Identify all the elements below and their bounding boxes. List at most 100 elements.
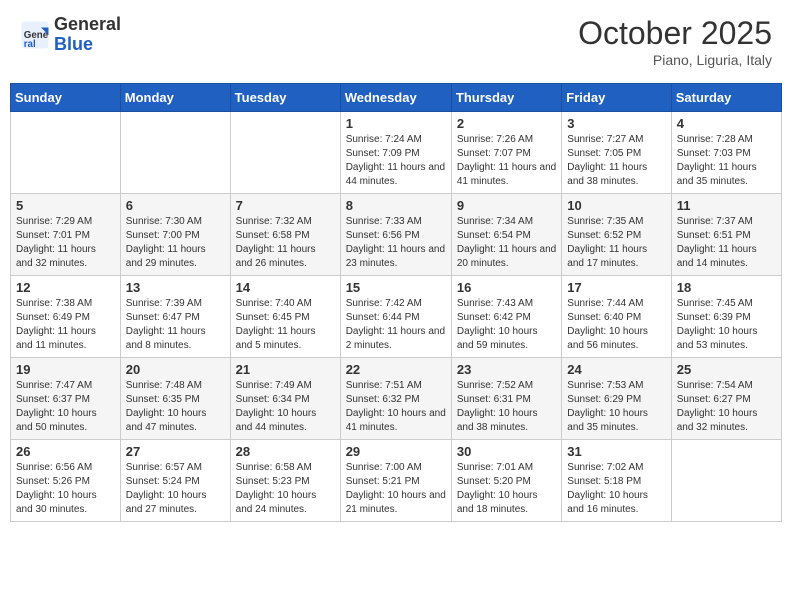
day-info: Sunrise: 7:02 AM Sunset: 5:18 PM Dayligh… <box>567 461 665 517</box>
day-info: Sunrise: 7:28 AM Sunset: 7:03 PM Dayligh… <box>677 133 776 189</box>
calendar-cell: 29Sunrise: 7:00 AM Sunset: 5:21 PM Dayli… <box>340 440 451 522</box>
weekday-header-friday: Friday <box>562 84 671 112</box>
calendar-cell: 5Sunrise: 7:29 AM Sunset: 7:01 PM Daylig… <box>11 194 121 276</box>
day-info: Sunrise: 7:49 AM Sunset: 6:34 PM Dayligh… <box>236 379 335 435</box>
calendar-cell: 3 Sunrise: 7:27 AM Sunset: 7:05 PM Daylig… <box>562 112 671 194</box>
svg-text:ral: ral <box>24 39 36 50</box>
title-block: October 2025 Piano, Liguria, Italy <box>578 15 772 68</box>
weekday-header-monday: Monday <box>120 84 230 112</box>
calendar-week-row: 12 Sunrise: 7:38 AM Sunset: 6:49 PM Dayli… <box>11 276 782 358</box>
calendar-cell <box>671 440 781 522</box>
day-number: 30 <box>457 444 556 459</box>
day-number: 26 <box>16 444 115 459</box>
calendar-cell: 10Sunrise: 7:35 AM Sunset: 6:52 PM Dayli… <box>562 194 671 276</box>
weekday-header-sunday: Sunday <box>11 84 121 112</box>
day-number: 15 <box>346 280 446 295</box>
day-info: Sunrise: 7:27 AM Sunset: 7:05 PM Dayligh… <box>567 133 665 189</box>
calendar-cell: 6Sunrise: 7:30 AM Sunset: 7:00 PM Daylig… <box>120 194 230 276</box>
calendar-week-row: 26 Sunrise: 6:56 AM Sunset: 5:26 PM Dayli… <box>11 440 782 522</box>
day-info: Sunrise: 7:30 AM Sunset: 7:00 PM Dayligh… <box>126 215 225 271</box>
calendar-cell: 4 Sunrise: 7:28 AM Sunset: 7:03 PM Daylig… <box>671 112 781 194</box>
day-number: 2 <box>457 116 556 131</box>
calendar-cell <box>11 112 121 194</box>
day-info: Sunrise: 6:58 AM Sunset: 5:23 PM Dayligh… <box>236 461 335 517</box>
day-number: 7 <box>236 198 335 213</box>
day-number: 24 <box>567 362 665 377</box>
day-number: 5 <box>16 198 115 213</box>
day-info: Sunrise: 7:47 AM Sunset: 6:37 PM Dayligh… <box>16 379 115 435</box>
calendar-cell: 20Sunrise: 7:48 AM Sunset: 6:35 PM Dayli… <box>120 358 230 440</box>
day-info: Sunrise: 7:44 AM Sunset: 6:40 PM Dayligh… <box>567 297 665 353</box>
day-info: Sunrise: 7:43 AM Sunset: 6:42 PM Dayligh… <box>457 297 556 353</box>
day-number: 8 <box>346 198 446 213</box>
calendar-week-row: 1Sunrise: 7:24 AM Sunset: 7:09 PM Daylig… <box>11 112 782 194</box>
calendar-cell: 21Sunrise: 7:49 AM Sunset: 6:34 PM Dayli… <box>230 358 340 440</box>
weekday-header-saturday: Saturday <box>671 84 781 112</box>
logo-general-text: General <box>54 15 121 35</box>
day-number: 13 <box>126 280 225 295</box>
calendar-cell: 13 Sunrise: 7:39 AM Sunset: 6:47 PM Dayli… <box>120 276 230 358</box>
day-info: Sunrise: 6:56 AM Sunset: 5:26 PM Dayligh… <box>16 461 115 517</box>
calendar-cell: 22Sunrise: 7:51 AM Sunset: 6:32 PM Dayli… <box>340 358 451 440</box>
day-info: Sunrise: 7:38 AM Sunset: 6:49 PM Dayligh… <box>16 297 115 353</box>
day-info: Sunrise: 7:40 AM Sunset: 6:45 PM Dayligh… <box>236 297 335 353</box>
calendar-cell: 2 Sunrise: 7:26 AM Sunset: 7:07 PM Daylig… <box>451 112 561 194</box>
calendar-cell <box>120 112 230 194</box>
calendar-cell: 9Sunrise: 7:34 AM Sunset: 6:54 PM Daylig… <box>451 194 561 276</box>
day-info: Sunrise: 7:26 AM Sunset: 7:07 PM Dayligh… <box>457 133 556 189</box>
day-number: 12 <box>16 280 115 295</box>
calendar-cell: 31 Sunrise: 7:02 AM Sunset: 5:18 PM Dayli… <box>562 440 671 522</box>
day-info: Sunrise: 7:24 AM Sunset: 7:09 PM Dayligh… <box>346 133 446 189</box>
day-number: 23 <box>457 362 556 377</box>
day-info: Sunrise: 7:33 AM Sunset: 6:56 PM Dayligh… <box>346 215 446 271</box>
day-number: 11 <box>677 198 776 213</box>
calendar-week-row: 5Sunrise: 7:29 AM Sunset: 7:01 PM Daylig… <box>11 194 782 276</box>
day-number: 17 <box>567 280 665 295</box>
day-info: Sunrise: 7:35 AM Sunset: 6:52 PM Dayligh… <box>567 215 665 271</box>
day-number: 14 <box>236 280 335 295</box>
calendar-cell: 23 Sunrise: 7:52 AM Sunset: 6:31 PM Dayli… <box>451 358 561 440</box>
day-number: 31 <box>567 444 665 459</box>
calendar-cell: 25Sunrise: 7:54 AM Sunset: 6:27 PM Dayli… <box>671 358 781 440</box>
weekday-header-row: SundayMondayTuesdayWednesdayThursdayFrid… <box>11 84 782 112</box>
calendar-cell: 15 Sunrise: 7:42 AM Sunset: 6:44 PM Dayli… <box>340 276 451 358</box>
weekday-header-thursday: Thursday <box>451 84 561 112</box>
day-number: 22 <box>346 362 446 377</box>
day-number: 28 <box>236 444 335 459</box>
month-title: October 2025 <box>578 15 772 52</box>
day-info: Sunrise: 7:39 AM Sunset: 6:47 PM Dayligh… <box>126 297 225 353</box>
day-info: Sunrise: 7:53 AM Sunset: 6:29 PM Dayligh… <box>567 379 665 435</box>
location: Piano, Liguria, Italy <box>578 52 772 68</box>
day-number: 27 <box>126 444 225 459</box>
calendar-cell: 8 Sunrise: 7:33 AM Sunset: 6:56 PM Daylig… <box>340 194 451 276</box>
day-number: 19 <box>16 362 115 377</box>
day-info: Sunrise: 7:52 AM Sunset: 6:31 PM Dayligh… <box>457 379 556 435</box>
day-number: 20 <box>126 362 225 377</box>
calendar-cell: 19 Sunrise: 7:47 AM Sunset: 6:37 PM Dayli… <box>11 358 121 440</box>
day-info: Sunrise: 7:54 AM Sunset: 6:27 PM Dayligh… <box>677 379 776 435</box>
calendar-cell <box>230 112 340 194</box>
calendar-cell: 26 Sunrise: 6:56 AM Sunset: 5:26 PM Dayli… <box>11 440 121 522</box>
logo-icon: Gene ral <box>20 20 50 50</box>
calendar-cell: 27Sunrise: 6:57 AM Sunset: 5:24 PM Dayli… <box>120 440 230 522</box>
page-header: Gene ral General Blue October 2025 Piano… <box>10 10 782 73</box>
calendar-cell: 24 Sunrise: 7:53 AM Sunset: 6:29 PM Dayli… <box>562 358 671 440</box>
day-info: Sunrise: 7:32 AM Sunset: 6:58 PM Dayligh… <box>236 215 335 271</box>
calendar-cell: 16 Sunrise: 7:43 AM Sunset: 6:42 PM Dayli… <box>451 276 561 358</box>
day-number: 18 <box>677 280 776 295</box>
day-info: Sunrise: 7:01 AM Sunset: 5:20 PM Dayligh… <box>457 461 556 517</box>
day-info: Sunrise: 7:45 AM Sunset: 6:39 PM Dayligh… <box>677 297 776 353</box>
calendar-week-row: 19 Sunrise: 7:47 AM Sunset: 6:37 PM Dayli… <box>11 358 782 440</box>
day-number: 29 <box>346 444 446 459</box>
calendar-cell: 30 Sunrise: 7:01 AM Sunset: 5:20 PM Dayli… <box>451 440 561 522</box>
logo-blue-text: Blue <box>54 35 121 55</box>
day-number: 4 <box>677 116 776 131</box>
day-info: Sunrise: 7:42 AM Sunset: 6:44 PM Dayligh… <box>346 297 446 353</box>
calendar-cell: 1Sunrise: 7:24 AM Sunset: 7:09 PM Daylig… <box>340 112 451 194</box>
calendar-cell: 11Sunrise: 7:37 AM Sunset: 6:51 PM Dayli… <box>671 194 781 276</box>
calendar-cell: 12 Sunrise: 7:38 AM Sunset: 6:49 PM Dayli… <box>11 276 121 358</box>
logo: Gene ral General Blue <box>20 15 121 55</box>
day-number: 16 <box>457 280 556 295</box>
logo-text: General Blue <box>54 15 121 55</box>
day-number: 3 <box>567 116 665 131</box>
